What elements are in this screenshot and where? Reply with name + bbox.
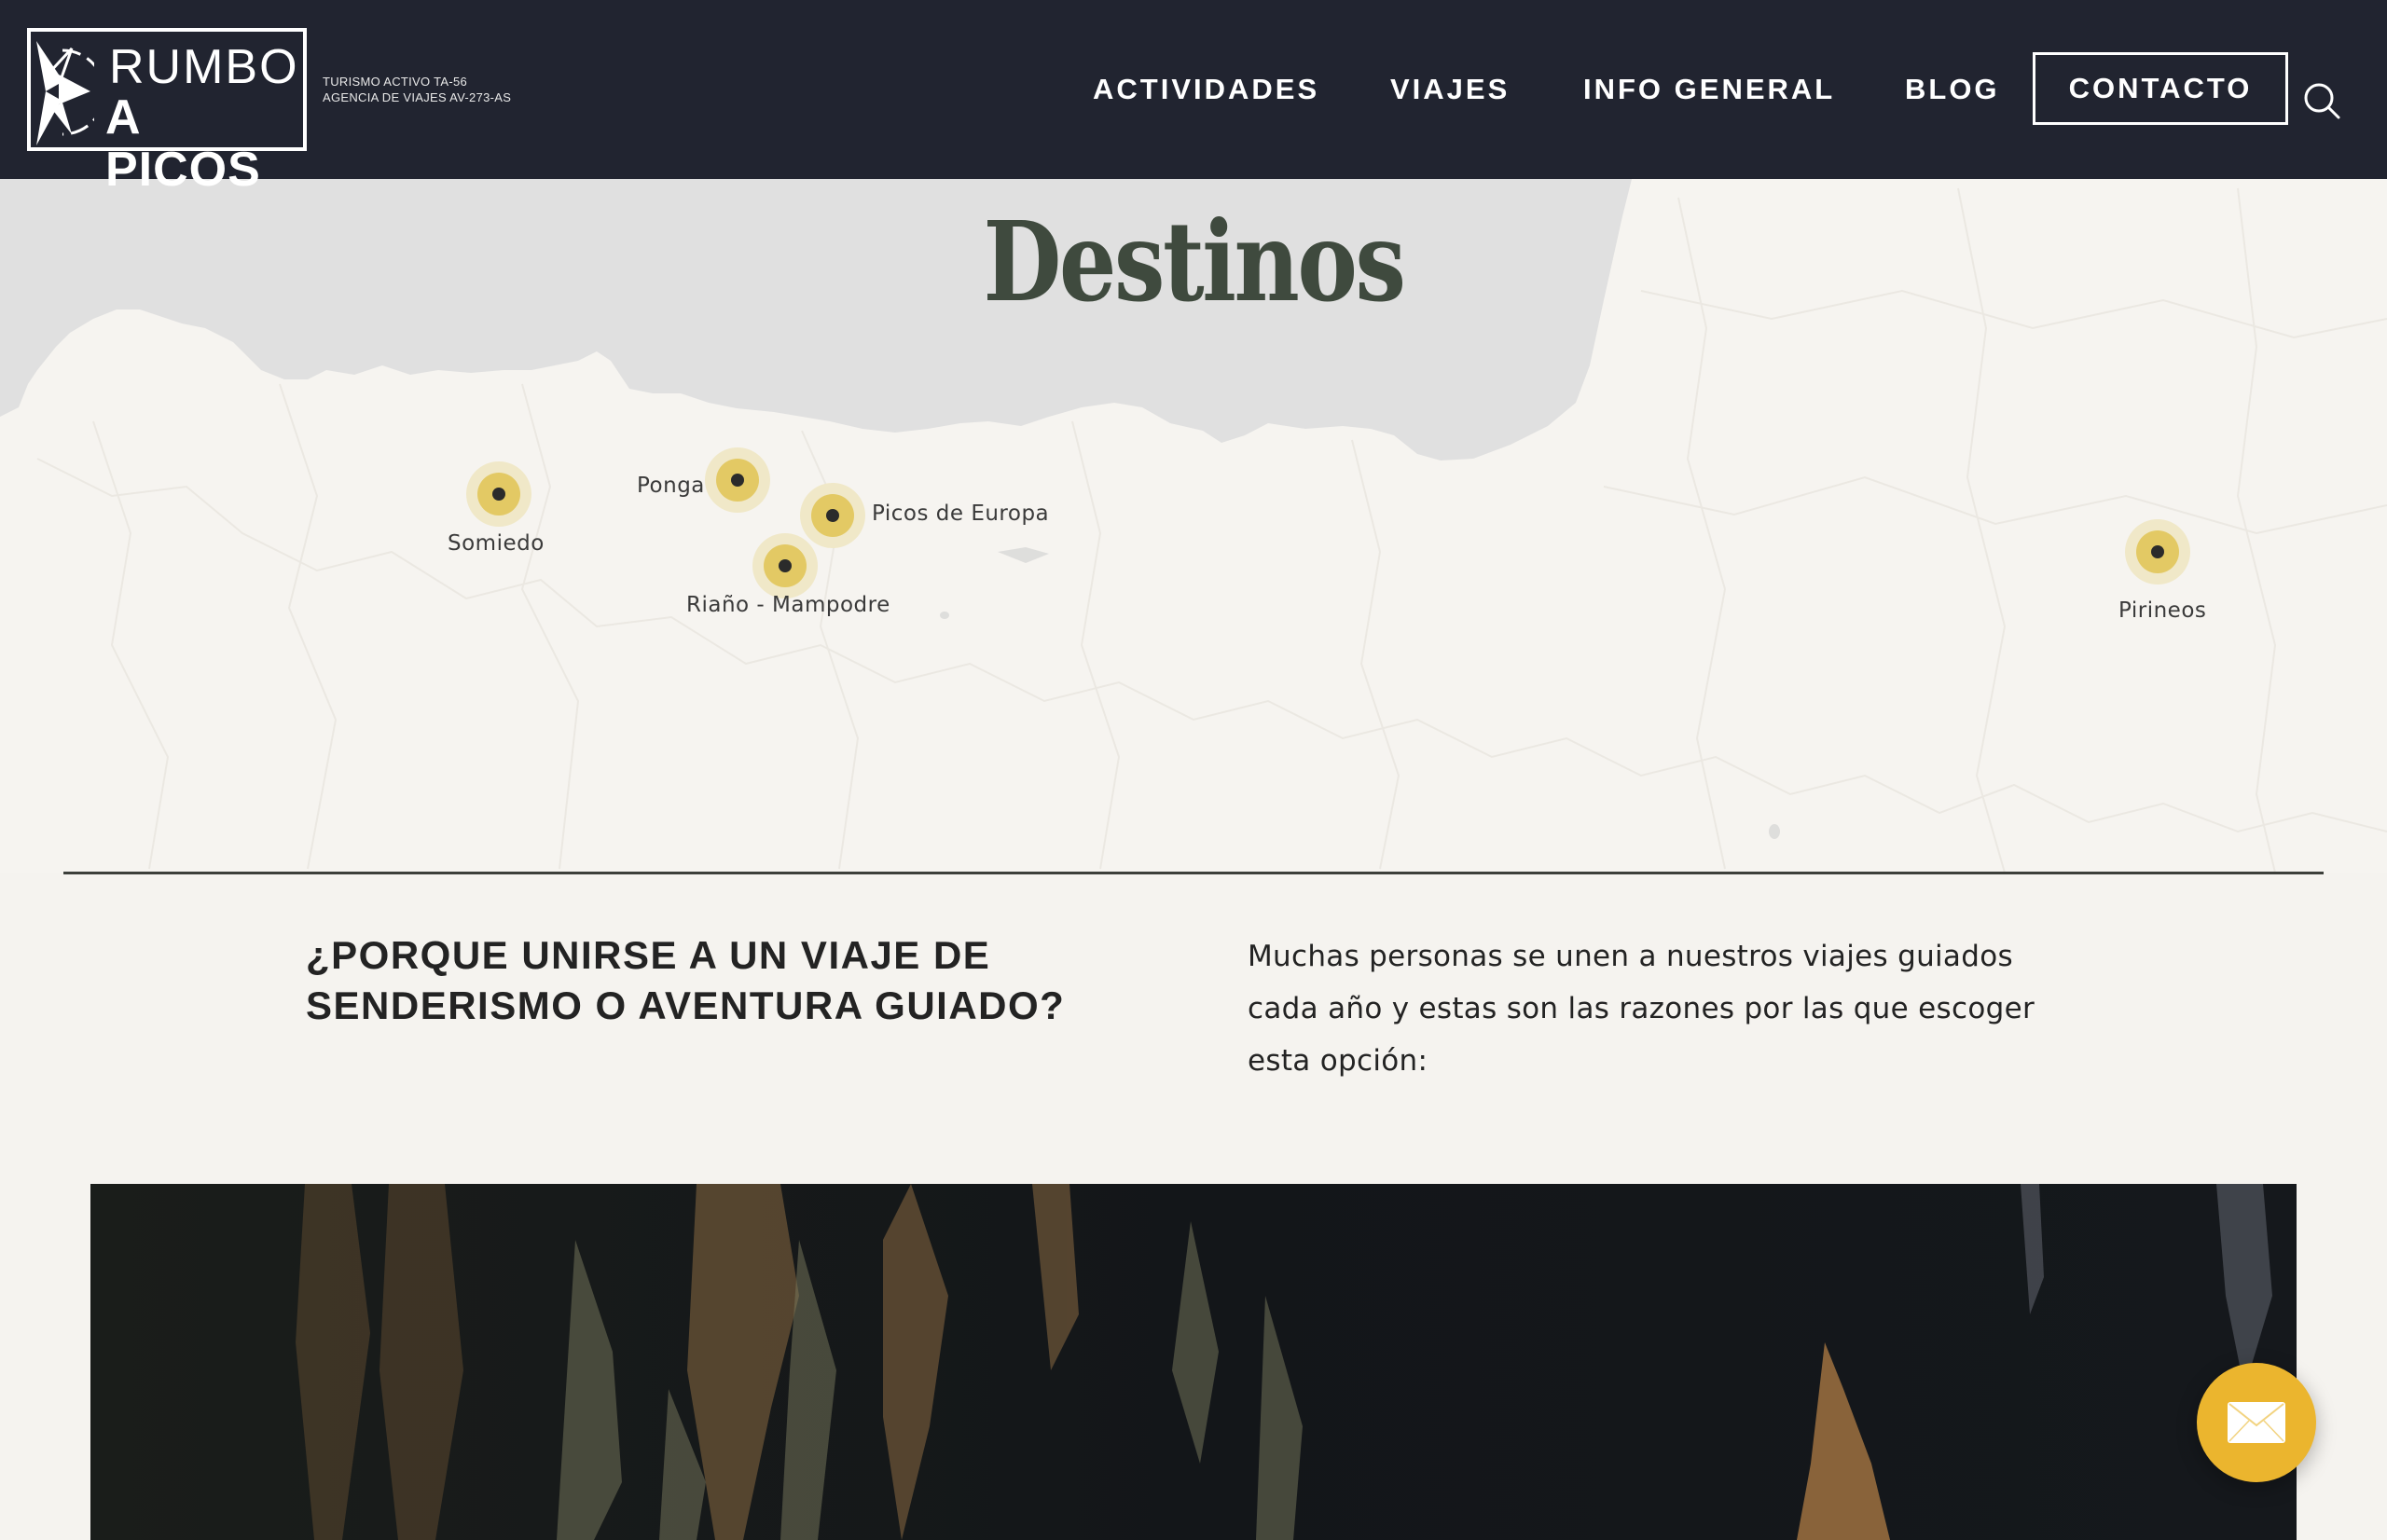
forest-photo (90, 1184, 2297, 1540)
intro-heading: ¿PORQUE UNIRSE A UN VIAJE DE SENDERISMO … (306, 930, 1108, 1031)
intro-text-line1: Muchas personas se unen a nuestros viaje… (1248, 940, 2013, 973)
contact-mail-button[interactable] (2197, 1363, 2316, 1482)
search-icon (2304, 83, 2340, 119)
marker-dot (731, 474, 744, 487)
label-somiedo[interactable]: Somiedo (448, 531, 545, 556)
marker-dot (2151, 545, 2164, 558)
forest-illustration (90, 1184, 2297, 1540)
marker-dot (779, 559, 792, 572)
marker-pirineos[interactable] (2125, 519, 2190, 584)
mail-icon (2228, 1402, 2285, 1443)
marker-ponga[interactable] (705, 447, 770, 513)
main-nav: ACTIVIDADES VIAJES INFO GENERAL BLOG CON… (0, 0, 2387, 179)
intro-paragraph: Muchas personas se unen a nuestros viaje… (1248, 930, 2068, 1087)
label-picos-de-europa[interactable]: Picos de Europa (872, 502, 1049, 526)
label-pirineos[interactable]: Pirineos (2118, 598, 2206, 623)
nav-info-general[interactable]: INFO GENERAL (1583, 71, 1835, 108)
intro-heading-line2: SENDERISMO O AVENTURA GUIADO? (306, 983, 1066, 1027)
nav-actividades[interactable]: ACTIVIDADES (1093, 71, 1319, 108)
nav-blog[interactable]: BLOG (1905, 71, 2000, 108)
intro-text-line3: esta opción: (1248, 1044, 1428, 1078)
search-button[interactable] (2301, 80, 2344, 123)
intro-text-line2: cada año y estas son las razones por las… (1248, 992, 2035, 1025)
section-divider (63, 872, 2324, 874)
label-riano-mampodre[interactable]: Riaño - Mampodre (686, 593, 890, 617)
site-header: RUMBO A PICOS TURISMO ACTIVO TA-56 AGENC… (0, 0, 2387, 196)
marker-riano-mampodre[interactable] (752, 533, 818, 598)
nav-viajes[interactable]: VIAJES (1390, 71, 1510, 108)
marker-somiedo[interactable] (466, 461, 531, 527)
map-title: Destinos (983, 197, 1406, 326)
label-ponga[interactable]: Ponga (637, 474, 705, 498)
intro-heading-line1: ¿PORQUE UNIRSE A UN VIAJE DE (306, 933, 991, 977)
destinations-map[interactable]: Destinos Somiedo Ponga Picos de Europa R… (0, 179, 2387, 873)
contact-button[interactable]: CONTACTO (2033, 52, 2288, 125)
marker-dot (492, 488, 505, 501)
marker-dot (826, 509, 839, 522)
